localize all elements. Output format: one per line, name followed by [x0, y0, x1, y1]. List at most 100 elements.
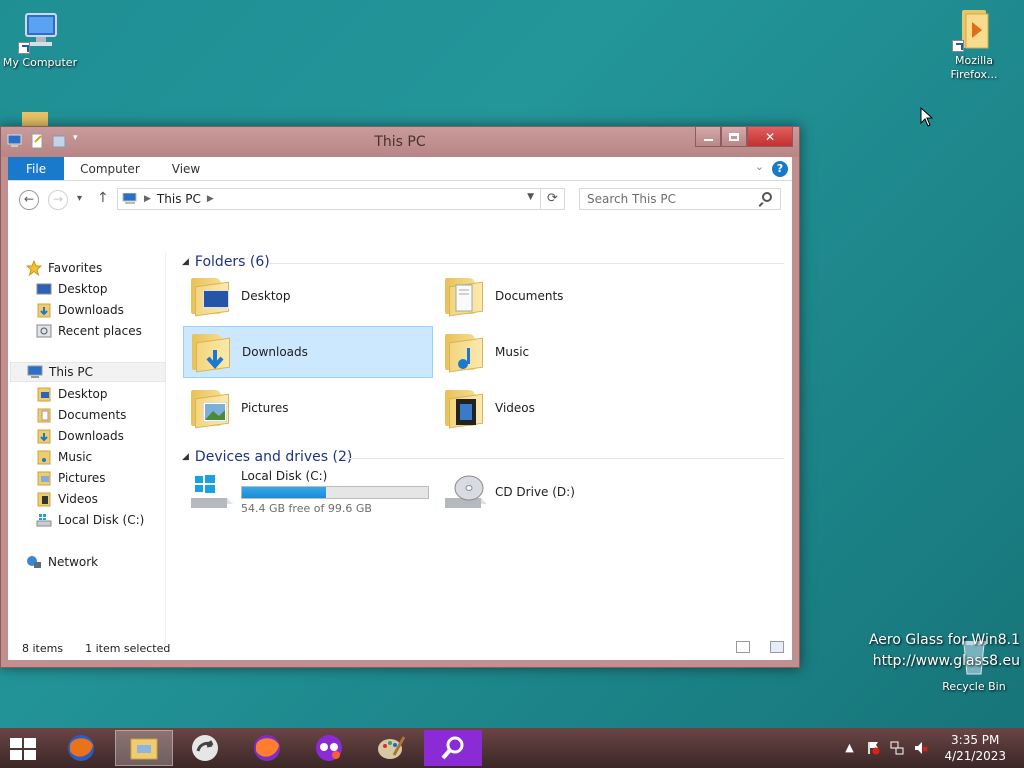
pc-icon: [27, 364, 43, 380]
desktop-icon-firefox[interactable]: Mozilla Firefox...: [932, 8, 1016, 82]
windows-logo-icon: [24, 738, 36, 748]
watermark-line: http://www.glass8.eu: [872, 653, 1020, 669]
refresh-button[interactable]: ⟳: [540, 189, 564, 209]
collapse-icon: ◢: [182, 452, 189, 462]
network-icon: [26, 554, 42, 570]
folder-tile-music[interactable]: Music: [437, 326, 687, 378]
up-button[interactable]: ↑: [97, 190, 109, 206]
taskbar-app-arrow[interactable]: [176, 730, 234, 766]
nav-network[interactable]: Network: [26, 552, 182, 572]
desktop-folder-icon: [187, 272, 235, 320]
nav-this-pc-documents[interactable]: Documents: [36, 405, 192, 425]
start-button[interactable]: [10, 738, 38, 760]
nav-this-pc-videos[interactable]: Videos: [36, 489, 192, 509]
collapse-icon: ◢: [182, 257, 189, 267]
nav-this-pc-downloads[interactable]: Downloads: [36, 426, 192, 446]
music-folder-icon: [441, 328, 489, 376]
title-bar[interactable]: ▾ This PC ✕: [1, 127, 799, 157]
computer-icon: [18, 10, 62, 54]
nav-label: Music: [58, 450, 93, 464]
windows-logo-icon: [10, 738, 22, 748]
taskbar-paint[interactable]: [362, 730, 420, 766]
folder-tile-documents[interactable]: Documents: [437, 270, 687, 322]
taskbar-mask-app[interactable]: [300, 730, 358, 766]
address-bar[interactable]: ▶ This PC ▶ ▼ ⟳: [117, 188, 565, 210]
nav-this-pc-local-disk[interactable]: Local Disk (C:): [36, 510, 192, 530]
recent-places-icon: [36, 323, 52, 339]
desktop-icon-label: Mozilla Firefox...: [950, 54, 998, 81]
folder-tile-pictures[interactable]: Pictures: [183, 382, 433, 434]
taskbar-file-explorer[interactable]: [115, 730, 173, 766]
address-dropdown-icon[interactable]: ▼: [527, 192, 534, 202]
nav-label: Documents: [58, 408, 127, 422]
drive-tile-local-disk[interactable]: Local Disk (C:) 54.4 GB free of 99.6 GB: [183, 466, 433, 518]
tab-view[interactable]: View: [156, 157, 216, 180]
nav-this-pc-desktop[interactable]: Desktop: [36, 384, 192, 404]
drive-usage-bar: [241, 486, 429, 499]
nav-favorites-desktop[interactable]: Desktop: [36, 279, 192, 299]
minimize-button[interactable]: [695, 127, 721, 147]
nav-this-pc-music[interactable]: Music: [36, 447, 192, 467]
window-title: This PC: [374, 134, 426, 150]
folder-label: Pictures: [241, 401, 289, 415]
nav-label: This PC: [49, 365, 93, 379]
explorer-window[interactable]: ▾ This PC ✕ File Computer View ⌄ ? ← → ▾…: [0, 126, 800, 668]
folder-tile-videos[interactable]: Videos: [437, 382, 687, 434]
nav-favorites-recent-places[interactable]: Recent places: [36, 321, 192, 341]
search-icon[interactable]: [762, 192, 772, 202]
nav-this-pc-pictures[interactable]: Pictures: [36, 468, 192, 488]
downloads-folder-icon: [36, 428, 52, 444]
clock-date: 4/21/2023: [944, 749, 1006, 763]
shortcut-arrow-icon: [952, 40, 964, 52]
breadcrumb-this-pc[interactable]: This PC: [157, 192, 201, 206]
music-folder-icon: [36, 449, 52, 465]
window-controls: ✕: [695, 127, 793, 147]
close-button[interactable]: ✕: [747, 127, 793, 147]
forward-button[interactable]: →: [48, 190, 68, 210]
taskbar-firefox[interactable]: [52, 730, 110, 766]
folder-icon: [952, 8, 996, 52]
breadcrumb-separator-icon[interactable]: ▶: [144, 194, 151, 204]
desktop-icon-label: My Computer: [2, 56, 78, 69]
star-icon: [25, 259, 43, 277]
clock-time: 3:35 PM: [951, 733, 1000, 747]
taskbar-firefox-2[interactable]: [238, 730, 296, 766]
update-arrow-icon: [192, 735, 218, 761]
breadcrumb-separator-icon[interactable]: ▶: [207, 194, 214, 204]
window-body: File Computer View ⌄ ? ← → ▾ ↑ ▶ This PC…: [8, 157, 792, 660]
group-title: Devices and drives (2): [194, 449, 353, 465]
drive-tile-cd-drive[interactable]: CD Drive (D:): [437, 466, 687, 518]
ribbon: File Computer View ⌄ ?: [8, 157, 792, 181]
recent-locations-icon[interactable]: ▾: [77, 193, 82, 204]
taskbar-search-app[interactable]: [424, 730, 482, 766]
drive-label: CD Drive (D:): [495, 485, 575, 499]
details-view-icon[interactable]: [736, 641, 750, 653]
taskbar-clock[interactable]: 3:35 PM 4/21/2023: [944, 732, 1006, 764]
large-icons-view-icon[interactable]: [770, 641, 784, 653]
expand-ribbon-icon[interactable]: ⌄: [755, 160, 764, 173]
back-button[interactable]: ←: [19, 190, 39, 210]
folder-tile-desktop[interactable]: Desktop: [183, 270, 433, 322]
help-icon[interactable]: ?: [772, 161, 788, 177]
group-divider: [268, 263, 784, 264]
volume-muted-icon[interactable]: [914, 741, 929, 755]
folder-tile-downloads[interactable]: Downloads: [183, 326, 433, 378]
nav-label: Desktop: [58, 387, 108, 401]
desktop-icon-my-computer[interactable]: My Computer: [0, 10, 82, 70]
nav-favorites[interactable]: Favorites: [25, 258, 182, 278]
maximize-button[interactable]: [721, 127, 747, 147]
tab-file[interactable]: File: [8, 157, 65, 180]
show-hidden-icons-icon[interactable]: ▲: [842, 741, 856, 755]
folders-group-header[interactable]: ◢ Folders (6): [182, 254, 270, 270]
search-input[interactable]: [587, 189, 757, 209]
action-center-flag-icon[interactable]: [866, 741, 880, 755]
tab-computer[interactable]: Computer: [64, 157, 156, 180]
windows-drive-icon: [187, 468, 235, 516]
drives-group-header[interactable]: ◢ Devices and drives (2): [182, 449, 352, 465]
system-tray: ▲ 3:35 PM 4/21/2023: [842, 728, 1024, 768]
search-box[interactable]: [579, 188, 781, 210]
watermark-line: Aero Glass for Win8.1: [868, 632, 1020, 648]
nav-favorites-downloads[interactable]: Downloads: [36, 300, 192, 320]
nav-this-pc[interactable]: This PC: [10, 362, 166, 382]
network-status-icon[interactable]: [890, 741, 904, 755]
